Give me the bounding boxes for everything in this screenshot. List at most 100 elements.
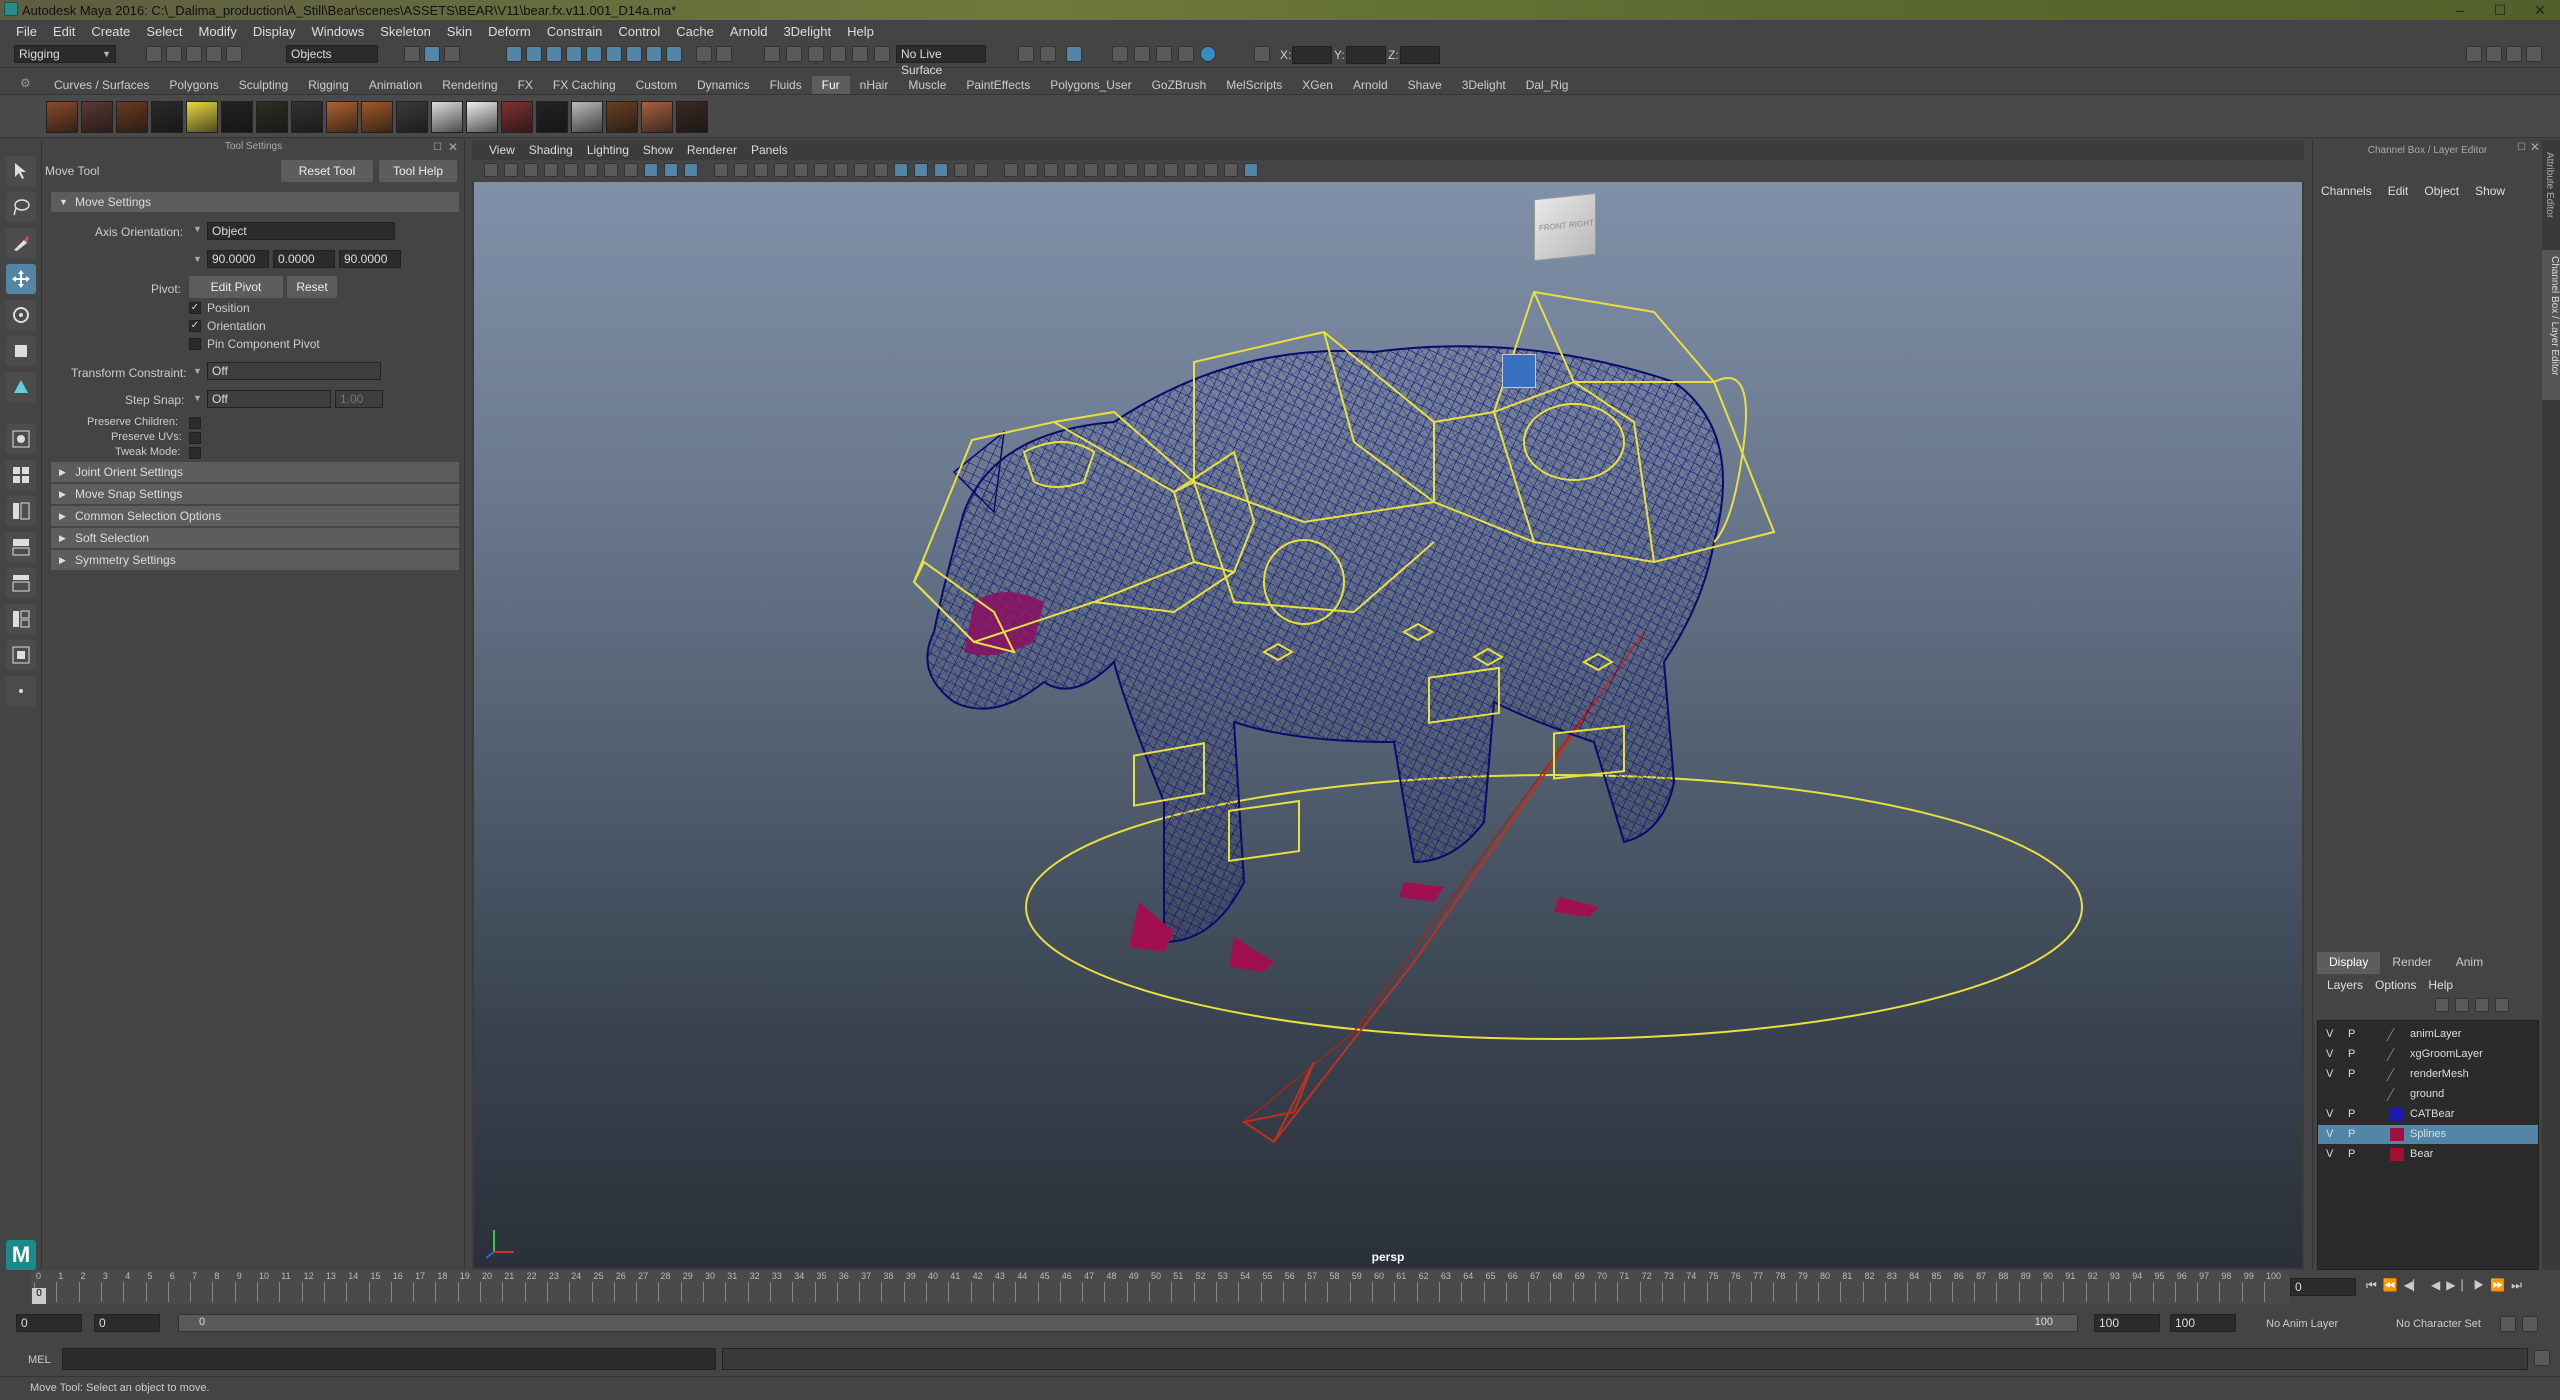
move-settings-section[interactable]: ▼ Move Settings — [51, 192, 459, 212]
shelf-tab-custom[interactable]: Custom — [626, 76, 687, 94]
shelf-tab-curves[interactable]: Curves / Surfaces — [44, 76, 159, 94]
playback-end-field[interactable]: 100 — [2094, 1314, 2160, 1332]
current-time-marker[interactable]: 0 — [32, 1288, 46, 1304]
close-channel-box-icon[interactable]: ✕ — [2530, 140, 2540, 154]
shelf-tab-painteffects[interactable]: PaintEffects — [956, 76, 1040, 94]
playback-start-field[interactable]: 0 — [94, 1314, 160, 1332]
snap-to-grid-icon[interactable] — [764, 46, 780, 62]
layers-menu[interactable]: Layers — [2321, 978, 2369, 992]
new-empty-layer-icon[interactable] — [2475, 998, 2489, 1012]
layer-visibility-toggle[interactable]: V — [2326, 1025, 2333, 1044]
make-live-icon[interactable] — [874, 46, 890, 62]
mask-handles-icon[interactable] — [506, 46, 522, 62]
layer-color-swatch[interactable] — [2390, 1128, 2404, 1141]
layer-row-CATBear[interactable]: V P CATBear — [2318, 1105, 2538, 1124]
live-surface-field[interactable]: No Live Surface — [896, 45, 986, 77]
menu-file[interactable]: File — [8, 24, 45, 39]
layer-row-Bear[interactable]: V P Bear — [2318, 1145, 2538, 1164]
menu-3delight[interactable]: 3Delight — [775, 24, 839, 39]
shelf-tab-rendering[interactable]: Rendering — [432, 76, 507, 94]
shelf-tab-arnold[interactable]: Arnold — [1343, 76, 1398, 94]
fur-preset-icon[interactable] — [116, 101, 148, 133]
range-bar[interactable]: 0 100 — [178, 1314, 2078, 1332]
shelf-tab-sculpting[interactable]: Sculpting — [229, 76, 298, 94]
shelf-tab-rigging[interactable]: Rigging — [298, 76, 359, 94]
mask-rendering-icon[interactable] — [626, 46, 642, 62]
fur-preset-icon[interactable] — [431, 101, 463, 133]
layout-extra[interactable] — [6, 676, 36, 706]
render-settings-icon[interactable] — [1178, 46, 1194, 62]
viewport-toolbar-icon[interactable] — [624, 163, 638, 177]
step-forward-frame-icon[interactable]: ⎸▶ — [2461, 1278, 2484, 1293]
menu-constrain[interactable]: Constrain — [539, 24, 611, 39]
menu-deform[interactable]: Deform — [480, 24, 539, 39]
new-scene-icon[interactable] — [146, 46, 162, 62]
layer-color-swatch[interactable] — [2390, 1148, 2404, 1161]
ipr-render-icon[interactable] — [1156, 46, 1172, 62]
open-scene-icon[interactable] — [166, 46, 182, 62]
viewport-toolbar-icon[interactable] — [564, 163, 578, 177]
mask-all-icon[interactable] — [666, 46, 682, 62]
options-menu[interactable]: Options — [2369, 978, 2422, 992]
layer-visibility-toggle[interactable]: V — [2326, 1105, 2333, 1124]
script-editor-icon[interactable] — [2534, 1350, 2550, 1366]
mask-curves-icon[interactable] — [546, 46, 562, 62]
viewport-toolbar-icon[interactable] — [974, 163, 988, 177]
viewport-toolbar-icon[interactable] — [664, 163, 678, 177]
viewport-menu-lighting[interactable]: Lighting — [580, 143, 636, 157]
viewport-menu-panels[interactable]: Panels — [744, 143, 795, 157]
undo-icon[interactable] — [206, 46, 222, 62]
layout-single-perspective[interactable] — [6, 424, 36, 454]
preserve-uvs-checkbox[interactable] — [189, 432, 201, 444]
layer-row-ground[interactable]: ground — [2318, 1085, 2538, 1104]
viewport-toolbar-icon[interactable] — [1224, 163, 1238, 177]
layer-color-swatch[interactable] — [2386, 1088, 2408, 1101]
transform-constraint-dropdown[interactable]: Off — [207, 362, 381, 380]
menu-arnold[interactable]: Arnold — [722, 24, 776, 39]
redo-icon[interactable] — [226, 46, 242, 62]
fur-preset-icon[interactable] — [571, 101, 603, 133]
move-tool[interactable] — [6, 264, 36, 294]
soft-selection-section[interactable]: ▶ Soft Selection — [51, 528, 459, 548]
menu-edit[interactable]: Edit — [45, 24, 83, 39]
output-ops-icon[interactable] — [1040, 46, 1056, 62]
symmetry-settings-section[interactable]: ▶ Symmetry Settings — [51, 550, 459, 570]
y-field[interactable] — [1346, 46, 1386, 64]
maximize-button[interactable]: ☐ — [2480, 0, 2520, 20]
viewport-menu-renderer[interactable]: Renderer — [680, 143, 744, 157]
snap-to-curve-icon[interactable] — [786, 46, 802, 62]
play-forwards-icon[interactable]: ▶ — [2446, 1278, 2455, 1293]
viewport-toolbar-icon[interactable] — [1244, 163, 1258, 177]
tab-anim[interactable]: Anim — [2444, 952, 2495, 974]
layout-hypershade[interactable] — [6, 568, 36, 598]
layer-playback-toggle[interactable]: P — [2348, 1105, 2355, 1124]
orientation-checkbox[interactable]: ✓ — [189, 320, 201, 332]
step-snap-chevron-icon[interactable]: ▼ — [193, 393, 202, 403]
viewport-menu-view[interactable]: View — [482, 143, 522, 157]
attribute-editor-side-tab[interactable]: Attribute Editor — [2544, 152, 2555, 218]
animation-preferences-icon[interactable] — [2522, 1316, 2538, 1332]
minimize-button[interactable]: – — [2440, 0, 2480, 20]
transform-constraint-chevron-icon[interactable]: ▼ — [193, 366, 202, 376]
highlight-selection-icon[interactable] — [716, 46, 732, 62]
viewport-toolbar-icon[interactable] — [604, 163, 618, 177]
viewport-toolbar-icon[interactable] — [1204, 163, 1218, 177]
pin-component-pivot-checkbox[interactable] — [189, 338, 201, 350]
rotation-chevron-icon[interactable]: ▼ — [193, 254, 202, 264]
x-field[interactable] — [1292, 46, 1332, 64]
tab-render[interactable]: Render — [2380, 952, 2443, 974]
viewport-toolbar-icon[interactable] — [1164, 163, 1178, 177]
shelf-tab-fluids[interactable]: Fluids — [760, 76, 812, 94]
viewport-toolbar-icon[interactable] — [1084, 163, 1098, 177]
layer-color-swatch[interactable] — [2386, 1048, 2408, 1061]
axis-rot-y-field[interactable]: 0.0000 — [273, 250, 335, 268]
viewport-toolbar-icon[interactable] — [814, 163, 828, 177]
layout-persp-graph[interactable] — [6, 532, 36, 562]
auto-key-icon[interactable] — [2500, 1316, 2516, 1332]
shelf-tab-polygons-user[interactable]: Polygons_User — [1040, 76, 1141, 94]
fur-preset-icon[interactable] — [151, 101, 183, 133]
menu-create[interactable]: Create — [83, 24, 138, 39]
viewport-menu-show[interactable]: Show — [636, 143, 680, 157]
select-by-hierarchy-icon[interactable] — [404, 46, 420, 62]
close-panel-icon[interactable]: ✕ — [448, 140, 458, 154]
